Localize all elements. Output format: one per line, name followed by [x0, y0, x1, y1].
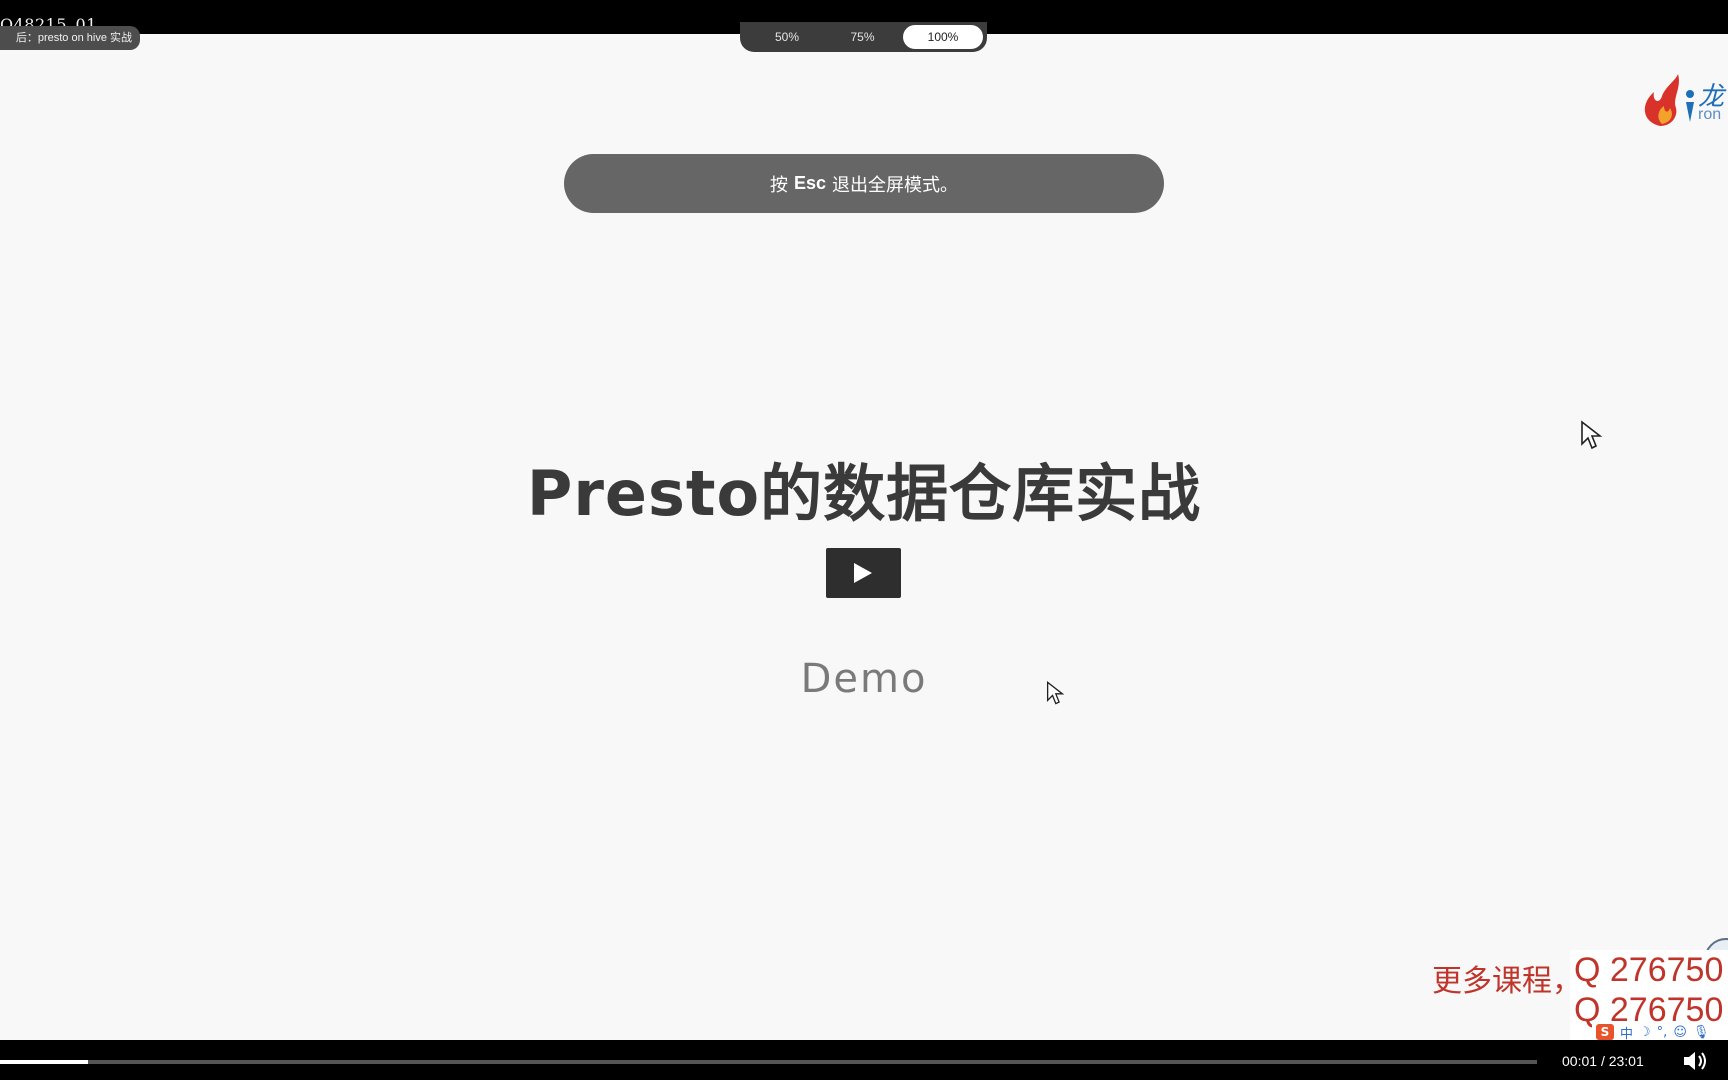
promo-text: 更多课程，: [1432, 964, 1582, 999]
flame-logo-icon: [1644, 74, 1694, 126]
zoom-option-50[interactable]: 50%: [752, 25, 822, 49]
ime-item[interactable]: ☺: [1673, 1025, 1687, 1040]
ime-item[interactable]: ☽: [1639, 1025, 1651, 1040]
fullscreen-exit-notice: 按 Esc 退出全屏模式。: [564, 154, 1164, 213]
progress-bar[interactable]: [0, 1060, 1537, 1064]
sogou-ime-icon[interactable]: S: [1596, 1024, 1614, 1040]
mouse-pointer-icon: [1046, 681, 1064, 705]
zoom-option-100[interactable]: 100%: [903, 25, 983, 49]
slide-title: Presto的数据仓库实战: [526, 457, 1202, 530]
volume-button[interactable]: [1682, 1050, 1712, 1072]
slide-subtitle: Demo: [800, 656, 928, 702]
ime-item[interactable]: °,: [1657, 1025, 1668, 1040]
video-title: 后：presto on hive 实战: [0, 26, 140, 50]
time-total: 23:01: [1608, 1053, 1644, 1069]
promo-contact-1: Q 276750: [1574, 951, 1724, 989]
volume-icon: [1684, 1052, 1706, 1070]
esc-notice-prefix: 按: [769, 174, 788, 195]
progress-bar-fill: [0, 1060, 88, 1064]
brand-logo: 龙 ron: [1632, 74, 1728, 134]
video-frame[interactable]: 龙 ron 按 Esc 退出全屏模式。 Presto的数据仓库实战 Demo: [0, 34, 1728, 1040]
esc-notice-key: Esc: [793, 173, 827, 193]
logo-subtext: ron: [1698, 106, 1722, 123]
ime-toolbar[interactable]: S 中 ☽ °, ☺ 🎙: [1592, 1022, 1728, 1042]
time-display: 00:01 / 23:01: [1562, 1053, 1644, 1069]
play-button[interactable]: [826, 548, 901, 598]
zoom-switcher: 50% 75% 100%: [740, 22, 987, 52]
ime-item[interactable]: 🎙: [1693, 1025, 1710, 1040]
play-icon: [854, 563, 872, 583]
video-player-screen: 龙 ron 按 Esc 退出全屏模式。 Presto的数据仓库实战 Demo Q…: [0, 0, 1728, 1080]
time-separator: /: [1600, 1053, 1605, 1069]
zoom-option-75[interactable]: 75%: [828, 25, 898, 49]
ime-item[interactable]: 中: [1620, 1023, 1633, 1042]
player-control-bar: 00:01 / 23:01: [0, 1040, 1728, 1080]
esc-notice-suffix: 退出全屏模式。: [832, 174, 959, 195]
time-current: 00:01: [1562, 1053, 1598, 1069]
mouse-pointer-icon: [1581, 420, 1602, 450]
